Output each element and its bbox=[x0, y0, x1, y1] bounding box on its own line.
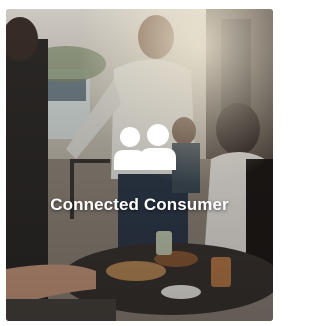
users-icon bbox=[110, 124, 180, 170]
card-title[interactable]: Connected Consumer bbox=[6, 195, 273, 215]
connected-consumer-card[interactable]: Connected Consumer bbox=[6, 9, 273, 321]
